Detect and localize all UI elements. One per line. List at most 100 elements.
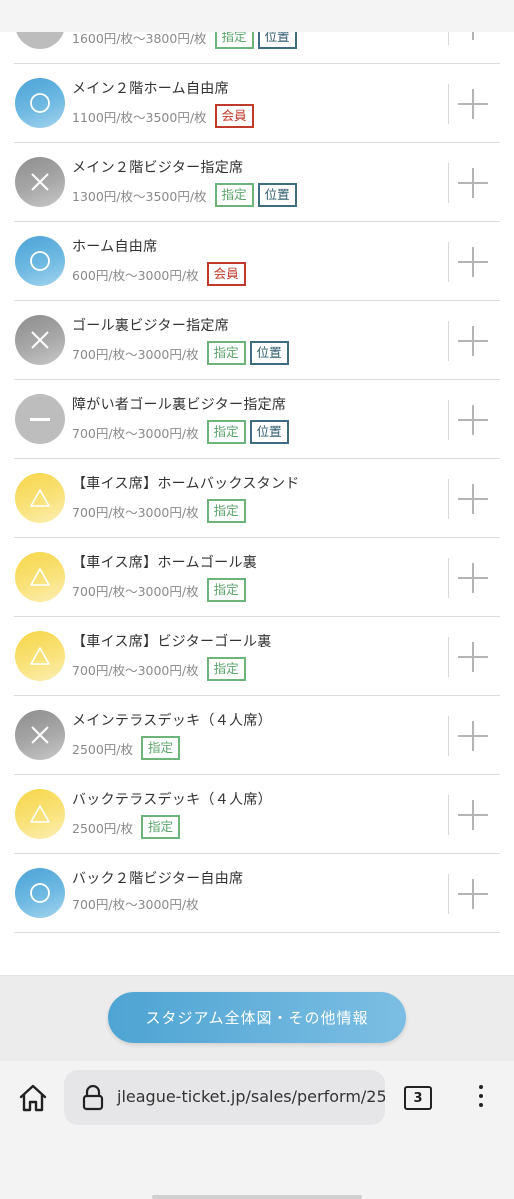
seat-row[interactable]: 【車イス席】ホームゴール裏 700円/枚〜3000円/枚 指定 [14, 538, 500, 617]
circle-icon [15, 78, 65, 128]
seat-row[interactable]: メインテラスデッキ（４人席） 2500円/枚 指定 [14, 696, 500, 775]
seat-price-line: 2500円/枚 指定 [72, 736, 181, 760]
seat-tags: 指定 位置 [214, 32, 297, 49]
tag-reserved: 指定 [214, 32, 254, 49]
seat-tags: 指定 位置 [206, 341, 289, 365]
triangle-icon [15, 473, 65, 523]
divider [448, 400, 449, 440]
cross-icon [15, 315, 65, 365]
seat-tags: 指定 [206, 578, 246, 602]
seat-price: 600円/枚〜3000円/枚 [72, 267, 199, 283]
seat-price-line: 700円/枚〜3000円/枚 指定 位置 [72, 341, 289, 365]
add-seat-button[interactable] [458, 326, 488, 356]
seat-name: バック２階ビジター自由席 [72, 871, 244, 887]
cross-icon [15, 157, 65, 207]
tag-location: 位置 [249, 420, 289, 444]
seat-name: メイン２階ホーム自由席 [72, 81, 229, 97]
seat-price: 700円/枚〜3000円/枚 [72, 346, 199, 362]
seat-name: 【車イス席】ホームバックスタンド [72, 476, 300, 492]
seat-price-line: 700円/枚〜3000円/枚 [72, 894, 199, 913]
add-seat-button[interactable] [458, 405, 488, 435]
seat-row[interactable]: ホーム自由席 600円/枚〜3000円/枚 会員 [14, 222, 500, 301]
add-seat-button[interactable] [458, 89, 488, 119]
seat-row[interactable]: 【車イス席】ホームバックスタンド 700円/枚〜3000円/枚 指定 [14, 459, 500, 538]
divider [448, 32, 449, 45]
add-seat-button[interactable] [458, 800, 488, 830]
address-bar[interactable]: jleague-ticket.jp/sales/perform/252 [64, 1070, 385, 1125]
triangle-icon [15, 552, 65, 602]
seat-name: 障がい者ゴール裏ビジター指定席 [72, 397, 287, 413]
seat-row[interactable]: 障がい者ゴール裏ビジター指定席 700円/枚〜3000円/枚 指定 位置 [14, 380, 500, 459]
gesture-bar [152, 1195, 362, 1199]
triangle-icon [15, 789, 65, 839]
seat-name: 【車イス席】ホームゴール裏 [72, 555, 258, 571]
tag-reserved: 指定 [141, 815, 181, 839]
url-text: jleague-ticket.jp/sales/perform/252 [117, 1087, 385, 1106]
seat-tags: 指定 位置 [214, 183, 297, 207]
seat-price-line: 1600円/枚〜3800円/枚 指定 位置 [72, 32, 297, 49]
divider [448, 479, 449, 519]
seat-row[interactable]: バック２階ビジター自由席 700円/枚〜3000円/枚 [14, 854, 500, 933]
home-icon[interactable] [18, 1083, 48, 1113]
seat-row[interactable]: メイン２階ホーム自由席 1100円/枚〜3500円/枚 会員 [14, 64, 500, 143]
add-seat-button[interactable] [458, 642, 488, 672]
divider [448, 637, 449, 677]
browser-toolbar: jleague-ticket.jp/sales/perform/252 3 [0, 1061, 514, 1199]
seat-tags: 指定 [141, 736, 181, 760]
add-seat-button[interactable] [458, 721, 488, 751]
seat-row[interactable]: 1600円/枚〜3800円/枚 指定 位置 [14, 32, 500, 64]
lock-icon [82, 1085, 104, 1111]
seat-tags: 指定 [141, 815, 181, 839]
tag-location: 位置 [249, 341, 289, 365]
tag-reserved: 指定 [206, 499, 246, 523]
divider [448, 795, 449, 835]
seat-price-line: 700円/枚〜3000円/枚 指定 位置 [72, 420, 289, 444]
seat-price-line: 600円/枚〜3000円/枚 会員 [72, 262, 246, 286]
seat-row[interactable]: ゴール裏ビジター指定席 700円/枚〜3000円/枚 指定 位置 [14, 301, 500, 380]
seat-price: 1300円/枚〜3500円/枚 [72, 188, 207, 204]
seat-name: メイン２階ビジター指定席 [72, 160, 244, 176]
add-seat-button[interactable] [458, 168, 488, 198]
seat-price: 700円/枚〜3000円/枚 [72, 425, 199, 441]
seat-tags: 指定 [206, 499, 246, 523]
tag-member: 会員 [214, 104, 254, 128]
add-seat-button[interactable] [458, 879, 488, 909]
tag-reserved: 指定 [141, 736, 181, 760]
bottom-action-area: スタジアム全体図・その他情報 [0, 975, 514, 1062]
divider [448, 321, 449, 361]
more-vertical-icon[interactable] [476, 1085, 486, 1111]
triangle-icon [15, 631, 65, 681]
tag-reserved: 指定 [206, 420, 246, 444]
seat-price-line: 700円/枚〜3000円/枚 指定 [72, 499, 246, 523]
divider [448, 84, 449, 124]
seat-price-line: 1300円/枚〜3500円/枚 指定 位置 [72, 183, 297, 207]
tag-reserved: 指定 [206, 341, 246, 365]
stadium-info-button[interactable]: スタジアム全体図・その他情報 [108, 992, 406, 1043]
seat-price: 2500円/枚 [72, 741, 134, 757]
seat-tags: 会員 [206, 262, 246, 286]
seat-tags: 指定 [206, 657, 246, 681]
seat-name: ホーム自由席 [72, 239, 158, 255]
divider [448, 163, 449, 203]
seat-row[interactable]: 【車イス席】ビジターゴール裏 700円/枚〜3000円/枚 指定 [14, 617, 500, 696]
seat-price: 1100円/枚〜3500円/枚 [72, 109, 207, 125]
seat-price-line: 700円/枚〜3000円/枚 指定 [72, 657, 246, 681]
seat-row[interactable]: メイン２階ビジター指定席 1300円/枚〜3500円/枚 指定 位置 [14, 143, 500, 222]
divider [448, 242, 449, 282]
circle-icon [15, 236, 65, 286]
seat-name: バックテラスデッキ（４人席） [72, 792, 272, 808]
add-seat-button[interactable] [458, 484, 488, 514]
add-seat-button[interactable] [458, 563, 488, 593]
tab-switcher-button[interactable]: 3 [404, 1086, 432, 1110]
add-seat-button[interactable] [458, 247, 488, 277]
seat-name: ゴール裏ビジター指定席 [72, 318, 230, 334]
seat-row[interactable]: バックテラスデッキ（４人席） 2500円/枚 指定 [14, 775, 500, 854]
tag-reserved: 指定 [206, 657, 246, 681]
add-seat-button[interactable] [458, 32, 488, 40]
tag-reserved: 指定 [214, 183, 254, 207]
dash-icon [15, 394, 65, 444]
seat-list[interactable]: 1600円/枚〜3800円/枚 指定 位置 メイン２階ホーム自由席 1100円/枚〜35… [0, 32, 514, 975]
seat-price: 700円/枚〜3000円/枚 [72, 583, 199, 599]
seat-price-line: 1100円/枚〜3500円/枚 会員 [72, 104, 254, 128]
seat-price: 700円/枚〜3000円/枚 [72, 662, 199, 678]
